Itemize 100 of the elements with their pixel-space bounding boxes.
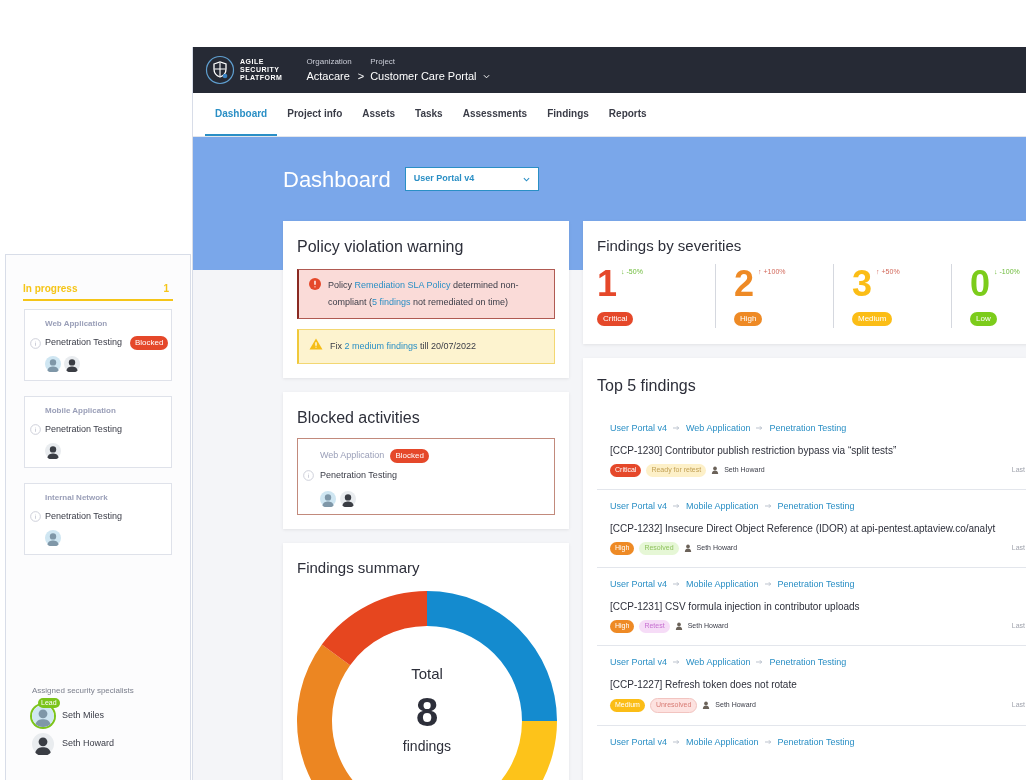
severity-count: 0 [970, 263, 991, 304]
arrow-right-icon [673, 503, 681, 510]
column-count: 1 [163, 282, 170, 296]
breadcrumb-link[interactable]: Mobile Application [686, 735, 759, 749]
breadcrumb-link[interactable]: Mobile Application [686, 499, 759, 513]
page-title: Dashboard [283, 165, 391, 194]
avatar [45, 356, 61, 372]
nav-tab[interactable]: Reports [598, 93, 657, 136]
severity-badge: Low [970, 311, 997, 326]
nav-tab[interactable]: Project info [277, 93, 353, 136]
warning-icon [309, 338, 323, 350]
finding-title[interactable]: [CCP-1227] Refresh token does not rotate [610, 677, 1026, 692]
finding-title[interactable]: [CCP-1232] Insecure Direct Object Reference (IDOR) at api-pentest.aptaview.co/analyt [610, 521, 1026, 536]
severity-count: 2 [734, 263, 755, 304]
activity-name: Penetration Testing [45, 423, 122, 436]
version-select[interactable]: User Portal v4 [404, 167, 539, 191]
breadcrumb-link[interactable]: Mobile Application [686, 577, 759, 591]
nav-tab[interactable]: Assessments [452, 93, 538, 136]
person-icon [711, 466, 720, 475]
nav-tab[interactable]: Tasks [405, 93, 453, 136]
task-card[interactable]: Mobile Application Penetration Testing [24, 396, 172, 468]
info-icon [30, 424, 41, 436]
asset-label: Web Application [44, 318, 109, 330]
breadcrumb-link[interactable]: User Portal v4 [610, 655, 668, 669]
severity-badge: High [734, 311, 763, 326]
breadcrumb-link[interactable]: User Portal v4 [610, 421, 668, 435]
status-badge: Blocked [129, 336, 169, 350]
info-icon [30, 511, 41, 523]
person-icon [674, 622, 683, 631]
person-name: Seth Miles [62, 709, 105, 723]
project-name[interactable]: Customer Care Portal [370, 67, 477, 85]
column-title: In progress [23, 282, 78, 296]
breadcrumb-link[interactable]: User Portal v4 [610, 735, 668, 749]
activity-name: Penetration Testing [45, 336, 122, 350]
task-card[interactable]: Web Application Penetration Testing Blocked [24, 309, 172, 381]
info-icon [303, 470, 314, 482]
arrow-right-icon [756, 659, 764, 666]
arrow-right-icon [764, 581, 772, 588]
inline-link[interactable]: 2 medium findings [344, 341, 418, 351]
inline-link[interactable]: 5 findings [372, 297, 411, 307]
avatar [32, 705, 54, 727]
breadcrumb-link[interactable]: Penetration Testing [769, 655, 847, 669]
card-title: Policy violation warning [297, 237, 465, 257]
field-label: Project [370, 55, 397, 68]
finding-title[interactable]: [CCP-1230] Contributor publish restriction bypass via “split tests” [610, 443, 1026, 458]
breadcrumb-link[interactable]: Web Application [686, 655, 751, 669]
person-name: Seth Howard [62, 737, 115, 751]
arrow-right-icon [756, 425, 764, 432]
severity-badge: Medium [852, 311, 893, 326]
nav-tab[interactable]: Assets [352, 93, 406, 136]
card-title: Blocked activities [297, 408, 421, 428]
total-count: 8 [415, 688, 439, 736]
nav-tab[interactable]: Findings [537, 93, 599, 136]
person-icon [702, 701, 711, 710]
activity-name: Penetration Testing [45, 510, 122, 523]
breadcrumb-separator: > [357, 68, 365, 84]
breadcrumb-link[interactable]: Web Application [686, 421, 751, 435]
card-title: Findings summary [297, 557, 421, 578]
severity-count: 3 [852, 263, 873, 304]
avatar [45, 529, 61, 546]
arrow-right-icon [764, 503, 772, 510]
section-label: Assigned security specialists [32, 685, 134, 697]
card-title: Findings by severities [597, 236, 743, 256]
error-icon [309, 278, 321, 290]
blocked-activity-card[interactable]: Web Application Blocked Penetration Testing [297, 438, 555, 515]
arrow-right-icon [673, 739, 681, 746]
asset-label: Web Application [320, 449, 385, 463]
arrow-right-icon [673, 425, 681, 432]
avatar [64, 356, 80, 372]
status-badge: Blocked [390, 449, 429, 463]
breadcrumb-link[interactable]: Penetration Testing [777, 577, 855, 591]
inline-link[interactable]: Remediation SLA Policy [354, 280, 451, 290]
breadcrumb-link[interactable]: User Portal v4 [610, 577, 668, 591]
avatar [320, 490, 336, 507]
avatar [45, 442, 61, 459]
arrow-right-icon [673, 659, 681, 666]
breadcrumb-link[interactable]: User Portal v4 [610, 499, 668, 513]
breadcrumb-link[interactable]: Penetration Testing [777, 499, 855, 513]
alert-message: Fix 2 medium findings till 20/07/2022 [330, 340, 477, 353]
asset-label: Internal Network [44, 492, 109, 504]
breadcrumb-link[interactable]: Penetration Testing [777, 735, 855, 749]
arrow-right-icon [673, 581, 681, 588]
breadcrumb-link[interactable]: Penetration Testing [769, 421, 847, 435]
total-unit: findings [402, 737, 452, 754]
organization-name[interactable]: Actacare [306, 67, 352, 85]
card-title: Top 5 findings [597, 375, 697, 396]
chevron-down-icon [482, 73, 490, 79]
arrow-right-icon [764, 739, 772, 746]
shield-logo-icon [205, 55, 235, 85]
task-card[interactable]: Internal Network Penetration Testing [24, 483, 172, 555]
asset-label: Mobile Application [44, 405, 117, 417]
severity-count: 1 [597, 263, 618, 304]
person-icon [683, 544, 692, 553]
severity-badge: Critical [597, 311, 634, 326]
total-label: Total [411, 664, 443, 684]
avatar [32, 733, 54, 755]
avatar [340, 490, 356, 507]
finding-title[interactable]: [CCP-1231] CSV formula injection in contributor uploads [610, 599, 1026, 614]
alert-message: Policy Remediation SLA Policy determined non-compliant (5 findings not remediated on time) [328, 279, 520, 309]
activity-name: Penetration Testing [320, 469, 397, 482]
